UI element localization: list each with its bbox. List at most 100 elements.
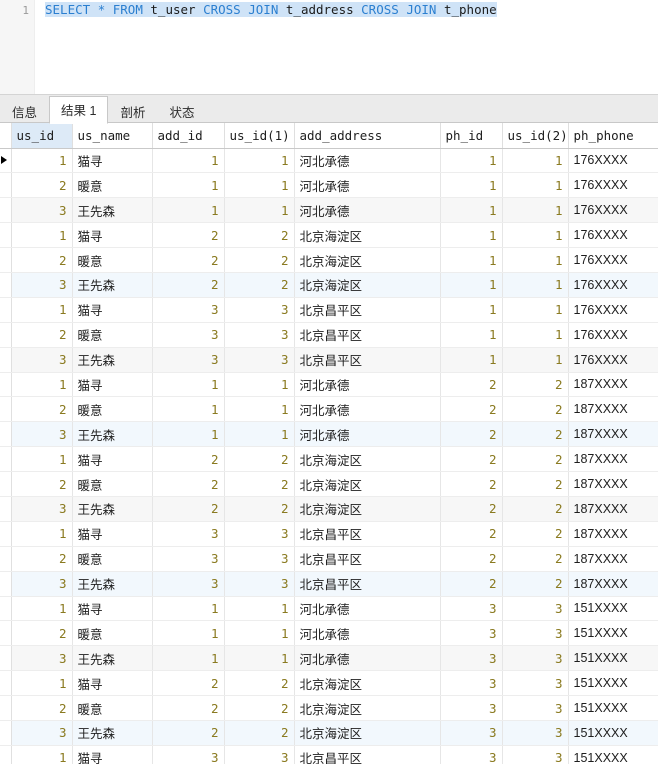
cell-us_name[interactable]: 猫寻 [72, 446, 153, 473]
cell-add_id[interactable]: 2 [152, 272, 225, 298]
cell-us_id[interactable]: 1 [11, 521, 73, 547]
cell-us_id[interactable]: 3 [11, 496, 73, 522]
cell-us_name[interactable]: 猫寻 [72, 745, 153, 764]
column-header-add_id[interactable]: add_id [152, 123, 225, 149]
cell-ph_id[interactable]: 3 [440, 620, 503, 647]
cell-us_name[interactable]: 王先森 [72, 645, 153, 672]
column-header-us_id(1)[interactable]: us_id(1) [224, 123, 295, 149]
cell-add_id[interactable]: 2 [152, 496, 225, 522]
cell-us_id(1)[interactable]: 3 [224, 546, 295, 572]
cell-us_id(1)[interactable]: 1 [224, 596, 295, 622]
cell-us_id(2)[interactable]: 2 [502, 396, 569, 423]
column-header-us_name[interactable]: us_name [72, 123, 153, 149]
row-indicator-cell[interactable] [0, 222, 12, 249]
cell-ph_id[interactable]: 2 [440, 571, 503, 597]
cell-us_name[interactable]: 暖意 [72, 695, 153, 721]
table-row[interactable]: 1 猫寻 1 1 河北承德 2 2 187XXXX [0, 372, 658, 398]
cell-ph_id[interactable]: 1 [440, 322, 503, 348]
cell-us_id(1)[interactable]: 2 [224, 446, 295, 473]
row-indicator-cell[interactable] [0, 148, 12, 174]
cell-ph_phone[interactable]: 187XXXX [568, 496, 658, 522]
cell-add_address[interactable]: 北京海淀区 [294, 720, 441, 746]
table-row[interactable]: 1 猫寻 2 2 北京海淀区 2 2 187XXXX [0, 446, 658, 473]
row-indicator-cell[interactable] [0, 496, 12, 522]
cell-us_id[interactable]: 2 [11, 546, 73, 572]
cell-us_id[interactable]: 3 [11, 421, 73, 448]
cell-us_id(2)[interactable]: 1 [502, 148, 569, 174]
cell-us_id[interactable]: 1 [11, 148, 73, 174]
cell-ph_phone[interactable]: 176XXXX [568, 322, 658, 348]
cell-add_id[interactable]: 2 [152, 670, 225, 697]
result-grid[interactable]: us_id us_name add_id us_id(1) add_address ph_… [0, 123, 658, 764]
cell-ph_phone[interactable]: 176XXXX [568, 297, 658, 323]
cell-ph_phone[interactable]: 151XXXX [568, 695, 658, 721]
cell-add_address[interactable]: 河北承德 [294, 172, 441, 199]
cell-us_id(2)[interactable]: 3 [502, 745, 569, 764]
row-indicator-cell[interactable] [0, 347, 12, 373]
table-row[interactable]: 3 王先森 2 2 北京海淀区 3 3 151XXXX [0, 720, 658, 746]
cell-add_address[interactable]: 北京海淀区 [294, 222, 441, 249]
cell-us_name[interactable]: 王先森 [72, 421, 153, 448]
cell-us_name[interactable]: 暖意 [72, 172, 153, 199]
cell-us_id(2)[interactable]: 2 [502, 471, 569, 497]
cell-us_id(1)[interactable]: 2 [224, 272, 295, 298]
cell-ph_phone[interactable]: 151XXXX [568, 745, 658, 764]
cell-us_name[interactable]: 王先森 [72, 272, 153, 298]
cell-us_id(2)[interactable]: 1 [502, 197, 569, 224]
row-indicator-cell[interactable] [0, 745, 12, 764]
cell-us_id(1)[interactable]: 2 [224, 471, 295, 497]
cell-us_id(1)[interactable]: 2 [224, 496, 295, 522]
cell-us_id(1)[interactable]: 1 [224, 148, 295, 174]
row-indicator-cell[interactable] [0, 596, 12, 622]
cell-us_id(2)[interactable]: 3 [502, 620, 569, 647]
cell-ph_phone[interactable]: 176XXXX [568, 272, 658, 298]
tab-2-active[interactable]: 结果 1 [49, 96, 109, 124]
cell-ph_phone[interactable]: 187XXXX [568, 546, 658, 572]
cell-us_id(2)[interactable]: 2 [502, 421, 569, 448]
cell-ph_phone[interactable]: 176XXXX [568, 247, 658, 273]
cell-us_id(1)[interactable]: 3 [224, 521, 295, 547]
cell-ph_phone[interactable]: 151XXXX [568, 645, 658, 672]
cell-add_address[interactable]: 北京海淀区 [294, 496, 441, 522]
cell-us_id[interactable]: 1 [11, 670, 73, 697]
cell-us_id(2)[interactable]: 2 [502, 571, 569, 597]
row-indicator-cell[interactable] [0, 521, 12, 547]
cell-us_name[interactable]: 王先森 [72, 197, 153, 224]
cell-ph_id[interactable]: 3 [440, 720, 503, 746]
cell-ph_phone[interactable]: 151XXXX [568, 596, 658, 622]
table-row[interactable]: 1 猫寻 3 3 北京昌平区 2 2 187XXXX [0, 521, 658, 547]
cell-us_name[interactable]: 暖意 [72, 322, 153, 348]
cell-us_name[interactable]: 暖意 [72, 620, 153, 647]
cell-add_address[interactable]: 河北承德 [294, 421, 441, 448]
cell-add_id[interactable]: 3 [152, 745, 225, 764]
table-row[interactable]: 3 王先森 1 1 河北承德 1 1 176XXXX [0, 197, 658, 224]
cell-us_id(2)[interactable]: 1 [502, 297, 569, 323]
cell-ph_id[interactable]: 3 [440, 745, 503, 764]
cell-add_address[interactable]: 北京海淀区 [294, 272, 441, 298]
cell-us_id[interactable]: 3 [11, 272, 73, 298]
cell-us_id[interactable]: 1 [11, 745, 73, 764]
cell-ph_id[interactable]: 2 [440, 372, 503, 398]
cell-ph_id[interactable]: 1 [440, 222, 503, 249]
cell-ph_phone[interactable]: 176XXXX [568, 197, 658, 224]
cell-add_id[interactable]: 3 [152, 347, 225, 373]
cell-us_id(1)[interactable]: 1 [224, 620, 295, 647]
row-indicator-cell[interactable] [0, 571, 12, 597]
cell-add_address[interactable]: 河北承德 [294, 596, 441, 622]
sql-query-text[interactable]: SELECT * FROM t_user CROSS JOIN t_addres… [45, 2, 497, 18]
cell-ph_id[interactable]: 1 [440, 172, 503, 199]
cell-add_id[interactable]: 3 [152, 297, 225, 323]
cell-add_address[interactable]: 河北承德 [294, 372, 441, 398]
cell-us_name[interactable]: 猫寻 [72, 372, 153, 398]
cell-us_id[interactable]: 1 [11, 297, 73, 323]
row-indicator-cell[interactable] [0, 620, 12, 647]
cell-us_id[interactable]: 2 [11, 471, 73, 497]
table-row[interactable]: 1 猫寻 3 3 北京昌平区 1 1 176XXXX [0, 297, 658, 323]
table-row[interactable]: 1 猫寻 3 3 北京昌平区 3 3 151XXXX [0, 745, 658, 764]
table-row[interactable]: 2 暖意 1 1 河北承德 3 3 151XXXX [0, 620, 658, 647]
cell-ph_id[interactable]: 1 [440, 197, 503, 224]
cell-add_address[interactable]: 河北承德 [294, 197, 441, 224]
cell-us_id(2)[interactable]: 3 [502, 670, 569, 697]
cell-us_id(2)[interactable]: 1 [502, 247, 569, 273]
cell-add_id[interactable]: 3 [152, 521, 225, 547]
